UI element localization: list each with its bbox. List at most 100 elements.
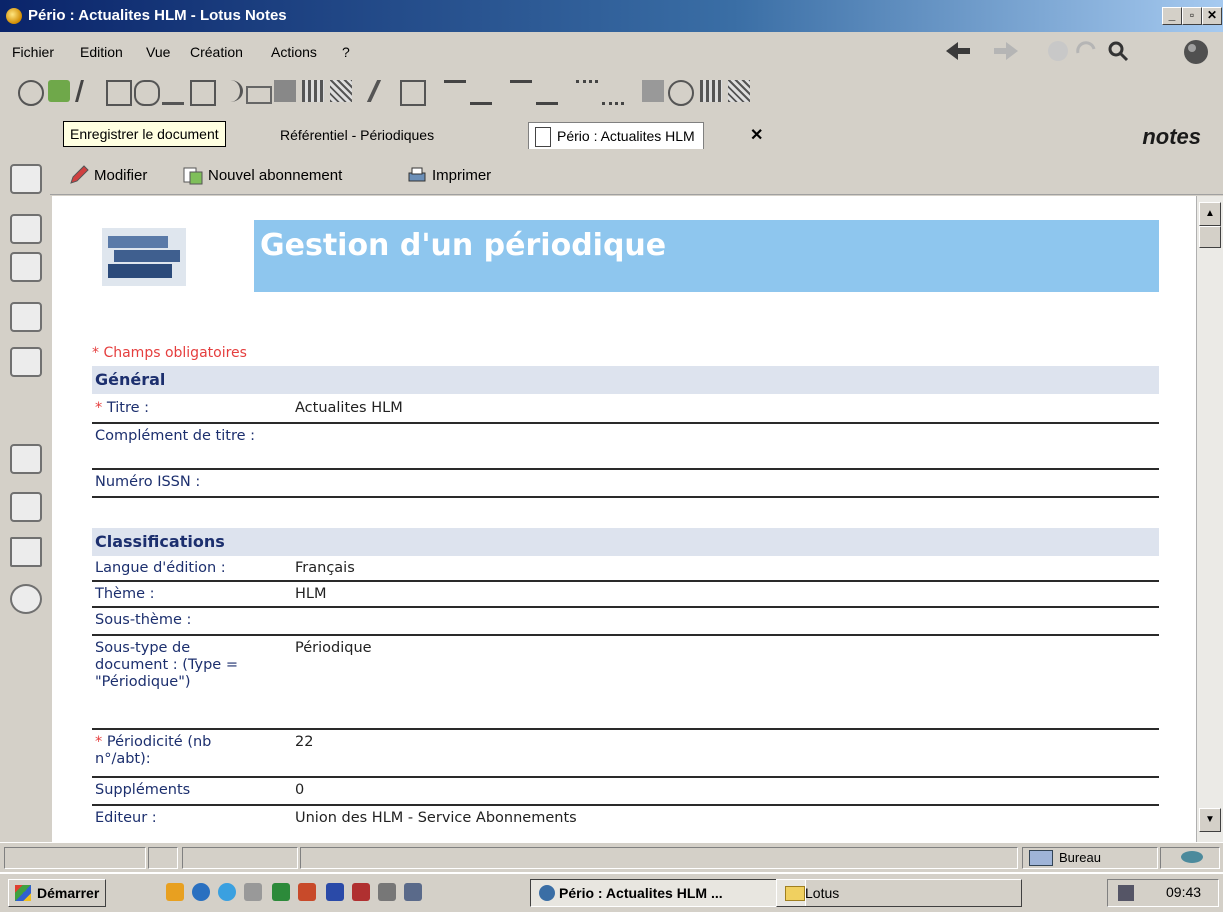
cut-icon[interactable] [75, 80, 106, 102]
menu-actions[interactable]: Actions [271, 44, 317, 60]
periodicite-value[interactable]: 22 [295, 734, 313, 750]
minimize-button[interactable]: _ [1162, 7, 1182, 25]
bookmark-icon[interactable] [668, 80, 694, 106]
editeur-value[interactable]: Union des HLM - Service Abonnements [295, 810, 577, 826]
paste-icon[interactable] [134, 80, 160, 106]
location-selector[interactable]: Bureau [1022, 847, 1158, 869]
task-button-lotus-folder[interactable]: Lotus [776, 879, 1022, 907]
langue-value[interactable]: Français [295, 560, 355, 576]
border-icon[interactable] [728, 80, 750, 102]
collapse-all-icon[interactable] [470, 80, 492, 105]
doclink-icon[interactable] [190, 80, 216, 106]
mail-icon[interactable] [10, 164, 42, 194]
titre-value[interactable]: Actualites HLM [295, 400, 403, 416]
scroll-down-button[interactable]: ▼ [1199, 808, 1221, 832]
menu-edition[interactable]: Edition [80, 44, 123, 60]
forward-arrow-icon[interactable] [992, 40, 1020, 62]
menu-bar: Fichier Edition Vue Création Actions ? [0, 38, 1223, 64]
previous-selected-icon[interactable] [602, 80, 624, 105]
quicklaunch-icon[interactable] [192, 883, 210, 901]
refresh-icon[interactable] [1074, 39, 1098, 63]
previous-unread-icon[interactable] [536, 80, 558, 105]
scroll-thumb[interactable] [1199, 226, 1221, 248]
powerpoint-icon[interactable] [298, 883, 316, 901]
sous-type-value[interactable]: Périodique [295, 640, 372, 656]
location-label: Bureau [1059, 850, 1101, 865]
clock[interactable]: 09:43 [1166, 884, 1201, 900]
print-button[interactable]: Imprimer [406, 164, 491, 186]
status-cell[interactable] [4, 847, 146, 869]
tab-referentiel-periodiques[interactable]: Référentiel - Périodiques [272, 122, 442, 148]
search-quicklaunch-icon[interactable] [378, 883, 396, 901]
start-button[interactable]: Démarrer [8, 879, 107, 907]
next-selected-icon[interactable] [576, 80, 598, 105]
edit-pencil-icon[interactable] [366, 80, 404, 102]
task-button-lotus-notes[interactable]: Pério : Actualites HLM ... [530, 879, 806, 907]
quicklaunch-icon[interactable] [352, 883, 370, 901]
scroll-up-button[interactable]: ▲ [1199, 202, 1221, 226]
table-icon[interactable] [302, 80, 324, 102]
globe-icon[interactable] [1180, 36, 1212, 68]
browser-icon[interactable] [218, 883, 236, 901]
table-properties-icon[interactable] [700, 80, 722, 102]
field-label: Sous-thème : [95, 612, 192, 628]
save-icon[interactable] [48, 80, 70, 102]
folder-icon[interactable] [10, 537, 42, 567]
theme-value[interactable]: HLM [295, 586, 327, 602]
status-cell[interactable] [148, 847, 178, 869]
window-icon[interactable] [246, 86, 272, 104]
mail-status[interactable] [1160, 847, 1220, 869]
field-row-theme: Thème : HLM [92, 582, 1159, 608]
favorites-icon[interactable] [10, 444, 42, 474]
calendar-icon[interactable] [10, 214, 42, 244]
restore-button[interactable]: ▫ [1182, 7, 1202, 25]
replicator-icon[interactable] [10, 347, 42, 377]
menu-fichier[interactable]: Fichier [12, 44, 54, 60]
next-unread-icon[interactable] [510, 80, 532, 105]
menu-vue[interactable]: Vue [146, 44, 170, 60]
task-label: Lotus [805, 885, 840, 901]
supplements-value[interactable]: 0 [295, 782, 304, 798]
shading-icon[interactable] [330, 80, 352, 102]
tab-perio-actualites[interactable]: Pério : Actualites HLM [528, 122, 704, 149]
more-bookmarks-icon[interactable] [10, 584, 42, 614]
back-arrow-icon[interactable] [944, 40, 972, 62]
print-label: Imprimer [432, 166, 492, 184]
new-doc-icon[interactable] [400, 80, 426, 106]
todo-icon[interactable] [10, 302, 42, 332]
search-icon[interactable] [1106, 39, 1130, 63]
network-icon[interactable] [1118, 885, 1134, 901]
field-label: Langue d'édition : [95, 560, 226, 576]
link-icon[interactable] [162, 80, 184, 105]
menu-help[interactable]: ? [342, 44, 350, 60]
new-subscription-button[interactable]: Nouvel abonnement [182, 164, 342, 186]
toolbar [8, 74, 1008, 110]
quicklaunch-icon[interactable] [166, 883, 184, 901]
attach-icon[interactable] [218, 80, 243, 102]
bookmark-bar [0, 152, 50, 842]
windows-logo-icon [15, 885, 31, 901]
status-cell[interactable] [182, 847, 298, 869]
quicklaunch-icon[interactable] [244, 883, 262, 901]
stop-icon[interactable] [1046, 39, 1070, 63]
close-button[interactable]: ✕ [1202, 7, 1222, 25]
tab-close-icon[interactable]: ✕ [750, 125, 763, 145]
location-icon [1029, 850, 1053, 866]
address-book-icon[interactable] [10, 252, 42, 282]
categorize-icon[interactable] [642, 80, 664, 102]
field-row-complement: Complément de titre : [92, 424, 1159, 470]
vertical-scrollbar[interactable]: ▲ ▼ [1196, 196, 1223, 842]
expand-all-icon[interactable] [444, 80, 466, 105]
section-classifications: Classifications [92, 528, 1159, 556]
word-icon[interactable] [326, 883, 344, 901]
menu-creation[interactable]: Création [190, 44, 243, 60]
databases-icon[interactable] [10, 492, 42, 522]
tab-label: Pério : Actualites HLM [557, 128, 695, 144]
modify-button[interactable]: Modifier [68, 164, 147, 186]
excel-icon[interactable] [272, 883, 290, 901]
quicklaunch-icon[interactable] [404, 883, 422, 901]
copy-icon[interactable] [106, 80, 132, 106]
field-label: Editeur : [95, 810, 157, 826]
smart-icon[interactable] [18, 80, 44, 106]
properties-icon[interactable] [274, 80, 296, 102]
